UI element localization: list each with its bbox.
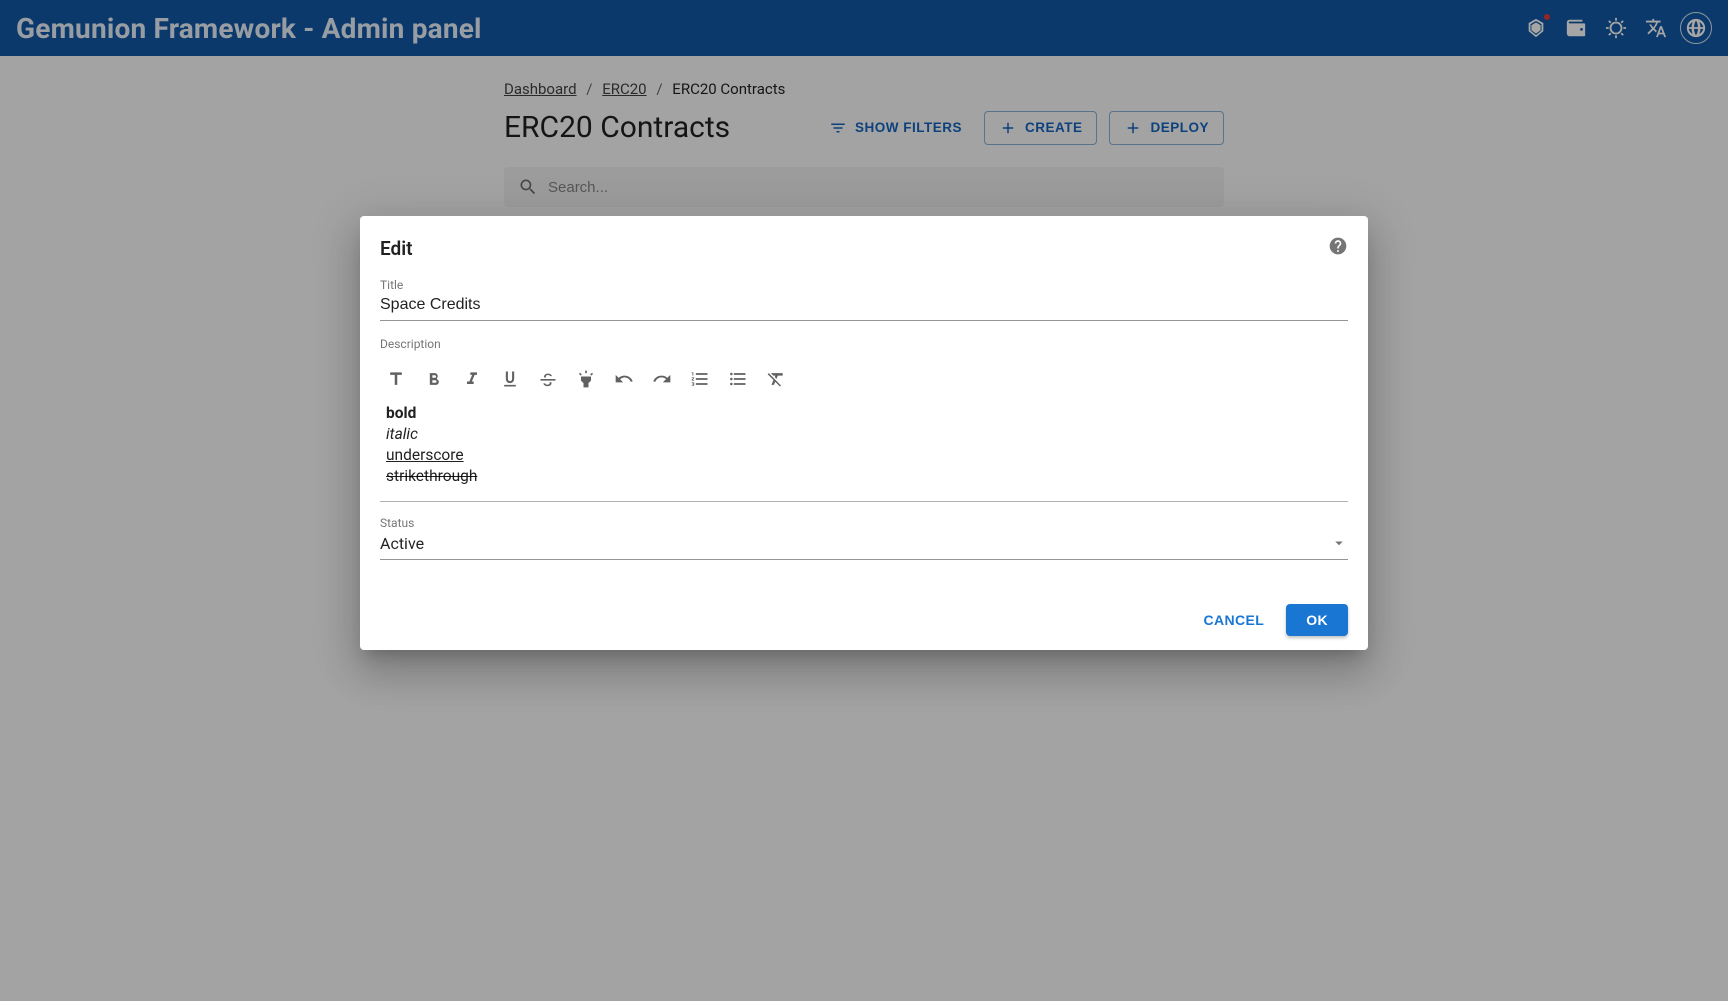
rte-line-underscore: underscore [386, 445, 1342, 466]
description-field-label: Description [380, 337, 1348, 351]
help-icon[interactable] [1328, 236, 1348, 260]
rte-clear-format-icon[interactable] [764, 367, 788, 391]
status-value: Active [380, 534, 424, 553]
rte-line-italic: italic [386, 424, 1342, 445]
edit-dialog: Edit Title Description bold italic under… [360, 216, 1368, 650]
rte-ordered-list-icon[interactable] [688, 367, 712, 391]
rte-title-icon[interactable] [384, 367, 408, 391]
rte-line-strikethrough: strikethrough [386, 466, 1342, 487]
rte-underline-icon[interactable] [498, 367, 522, 391]
rte-highlight-icon[interactable] [574, 367, 598, 391]
rte-strikethrough-icon[interactable] [536, 367, 560, 391]
rte-unordered-list-icon[interactable] [726, 367, 750, 391]
rte-redo-icon[interactable] [650, 367, 674, 391]
status-field-label: Status [380, 516, 1348, 530]
rte-toolbar [380, 353, 1348, 401]
rte-bold-icon[interactable] [422, 367, 446, 391]
rte-undo-icon[interactable] [612, 367, 636, 391]
status-select[interactable]: Active [380, 532, 1348, 560]
title-input[interactable] [380, 294, 1348, 321]
rte-italic-icon[interactable] [460, 367, 484, 391]
title-field-label: Title [380, 278, 1348, 292]
ok-button[interactable]: OK [1286, 604, 1348, 636]
dialog-title: Edit [380, 237, 413, 260]
rte-line-bold: bold [386, 403, 1342, 424]
cancel-button[interactable]: CANCEL [1191, 604, 1276, 636]
rte-editor[interactable]: bold italic underscore strikethrough [380, 401, 1348, 501]
chevron-down-icon [1330, 534, 1348, 552]
